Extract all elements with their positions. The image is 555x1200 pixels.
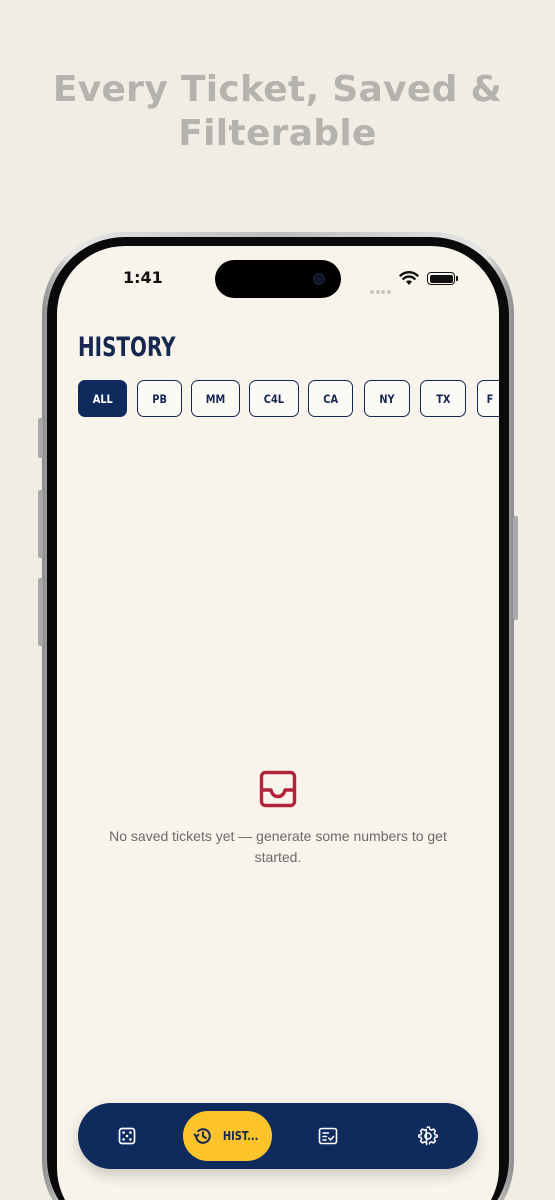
history-icon: [193, 1128, 211, 1144]
phone-power-button: [513, 516, 518, 620]
page-title: HISTORY: [78, 332, 176, 363]
filter-chip-f[interactable]: F: [477, 380, 499, 417]
dynamic-island: [215, 260, 341, 298]
tab-settings[interactable]: [407, 1103, 449, 1169]
marketing-headline: Every Ticket, Saved & Filterable: [0, 68, 555, 156]
tab-generate[interactable]: [106, 1103, 148, 1169]
ticket-check-icon: [318, 1127, 338, 1145]
headline-line-2: Filterable: [178, 113, 377, 154]
tab-history[interactable]: HIST...: [183, 1111, 272, 1161]
tab-history-label: HIST...: [222, 1129, 259, 1143]
battery-icon: [427, 272, 458, 285]
phone-action-button: [38, 418, 43, 458]
inbox-icon: [259, 770, 297, 808]
filter-chips: ALL PB MM C4L CA NY TX F: [78, 380, 499, 418]
phone-volume-down-button: [38, 578, 43, 646]
tab-check-tickets[interactable]: [307, 1103, 349, 1169]
status-time: 1:41: [123, 268, 163, 287]
filter-chip-ca[interactable]: CA: [308, 380, 353, 417]
wifi-icon: [399, 271, 419, 285]
gear-icon: [418, 1126, 438, 1146]
filter-chip-all[interactable]: ALL: [78, 380, 127, 417]
filter-chip-mm[interactable]: MM: [191, 380, 240, 417]
filter-chip-pb[interactable]: PB: [137, 380, 182, 417]
camera-icon: [313, 273, 325, 285]
filter-chip-tx[interactable]: TX: [420, 380, 466, 417]
app-screen: 1:41 HISTORY ALL PB MM C4L CA NY TX F No…: [57, 246, 499, 1200]
dice-icon: [118, 1127, 136, 1145]
bottom-tab-bar: HIST...: [78, 1103, 478, 1169]
filter-chip-c4l[interactable]: C4L: [249, 380, 299, 417]
cellular-icon: [370, 281, 392, 294]
empty-state-message: No saved tickets yet — generate some num…: [109, 828, 447, 865]
filter-chip-ny[interactable]: NY: [364, 380, 410, 417]
phone-volume-up-button: [38, 490, 43, 558]
headline-line-1: Every Ticket, Saved &: [52, 69, 503, 110]
